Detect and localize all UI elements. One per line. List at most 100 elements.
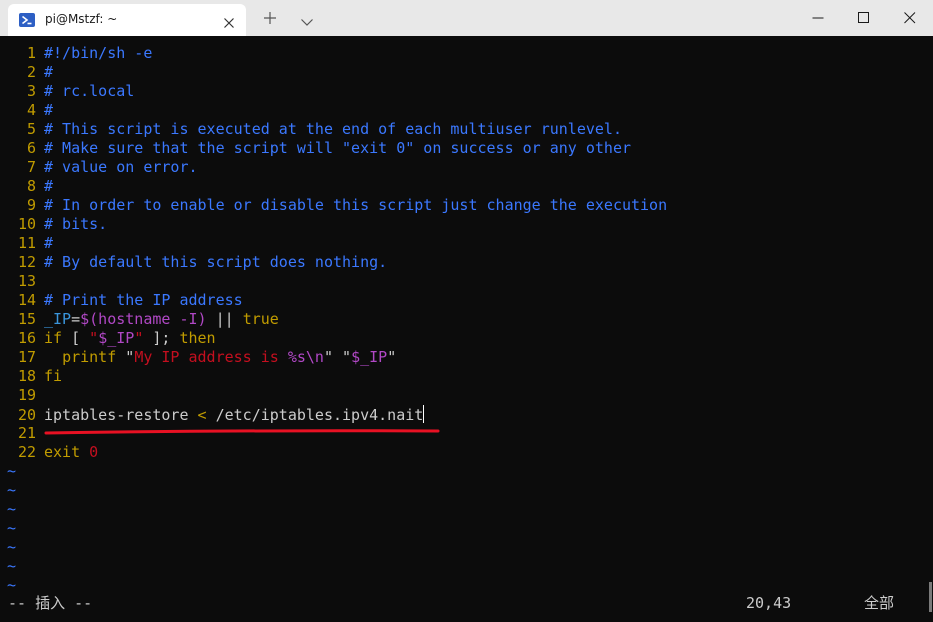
code-token: < bbox=[197, 406, 207, 424]
title-bar: pi@Mstzf: ~ bbox=[0, 0, 933, 36]
code-token: $_IP bbox=[98, 329, 135, 347]
code-line: 7 # value on error. bbox=[0, 158, 198, 177]
code-line: 2 # bbox=[0, 63, 53, 82]
code-line-current: 20 iptables-restore < /etc/iptables.ipv4.… bbox=[0, 405, 425, 424]
maximize-icon bbox=[858, 12, 869, 23]
plus-icon[interactable] bbox=[262, 10, 278, 26]
code-text: # Make sure that the script will "exit 0… bbox=[44, 139, 631, 157]
line-number: 2 bbox=[26, 63, 36, 81]
code-line: 8 # bbox=[0, 177, 53, 196]
code-text: # By default this script does nothing. bbox=[44, 253, 388, 271]
line-number: 4 bbox=[26, 101, 36, 119]
code-line: 9 # In order to enable or disable this sc… bbox=[0, 196, 667, 215]
line-number: 21 bbox=[17, 424, 36, 442]
code-text: # bbox=[44, 177, 54, 195]
empty-line-tilde: ~ bbox=[7, 557, 17, 575]
code-line: 22 exit 0 bbox=[0, 443, 98, 462]
code-text: # bbox=[44, 101, 54, 119]
close-icon bbox=[904, 12, 916, 24]
line-number: 22 bbox=[17, 443, 36, 461]
code-token: My IP address is bbox=[134, 348, 288, 366]
code-token: $(hostname -I) bbox=[80, 310, 207, 328]
maximize-button[interactable] bbox=[841, 0, 887, 36]
code-token: || bbox=[215, 310, 234, 328]
line-number: 8 bbox=[26, 177, 36, 195]
code-token: [ bbox=[62, 329, 90, 347]
line-number: 15 bbox=[17, 310, 36, 328]
code-text: #!/bin/sh -e bbox=[44, 44, 153, 62]
minimize-button[interactable] bbox=[795, 0, 841, 36]
code-token: 0 bbox=[89, 443, 99, 461]
line-number: 6 bbox=[26, 139, 36, 157]
code-text: fi bbox=[44, 367, 63, 385]
line-number: 19 bbox=[17, 386, 36, 404]
line-number: 16 bbox=[17, 329, 36, 347]
code-token: %s\n bbox=[287, 348, 324, 366]
code-token: " bbox=[134, 329, 144, 347]
empty-line-tilde: ~ bbox=[7, 500, 17, 518]
code-token: $_IP bbox=[351, 348, 388, 366]
code-token: true bbox=[242, 310, 279, 328]
status-mode: -- 插入 -- bbox=[8, 594, 93, 612]
scrollbar[interactable] bbox=[929, 582, 932, 612]
code-token: " bbox=[342, 348, 352, 366]
line-number: 17 bbox=[17, 348, 36, 366]
code-line: 5 # This script is executed at the end of… bbox=[0, 120, 622, 139]
code-token: then bbox=[179, 329, 216, 347]
code-token: if bbox=[44, 329, 63, 347]
tab-terminal[interactable]: pi@Mstzf: ~ bbox=[8, 4, 246, 36]
line-number: 7 bbox=[26, 158, 36, 176]
line-number: 5 bbox=[26, 120, 36, 138]
code-token: " bbox=[387, 348, 397, 366]
status-cursor-position: 20,43 bbox=[746, 594, 792, 612]
code-line: 13 bbox=[0, 272, 44, 291]
status-scroll-position: 全部 bbox=[864, 594, 895, 612]
code-text: # In order to enable or disable this scr… bbox=[44, 196, 668, 214]
close-window-button[interactable] bbox=[887, 0, 933, 36]
code-token: /etc/iptables.ipv4.nait bbox=[206, 406, 424, 424]
code-text: # This script is executed at the end of … bbox=[44, 120, 622, 138]
vim-editor[interactable]: 1 #!/bin/sh -e 2 # 3 # rc.local 4 # 5 # This … bbox=[0, 36, 933, 622]
line-number: 10 bbox=[17, 215, 36, 233]
line-number: 12 bbox=[17, 253, 36, 271]
line-number: 3 bbox=[26, 82, 36, 100]
red-underline-annotation bbox=[44, 429, 440, 435]
code-line: 17 printf "My IP address is %s\n" "$_IP" bbox=[0, 348, 396, 367]
code-token: " bbox=[125, 348, 135, 366]
code-token: iptables-restore bbox=[44, 406, 198, 424]
text-cursor bbox=[423, 405, 425, 423]
code-line: 3 # rc.local bbox=[0, 82, 134, 101]
line-number: 11 bbox=[17, 234, 36, 252]
code-line: 4 # bbox=[0, 101, 53, 120]
code-text: # bbox=[44, 63, 54, 81]
code-line: 19 bbox=[0, 386, 44, 405]
code-token: printf bbox=[62, 348, 117, 366]
code-line: 11 # bbox=[0, 234, 53, 253]
terminal-window: pi@Mstzf: ~ 1 #!/bin/sh -e 2 # 3 # rc.lo… bbox=[0, 0, 933, 622]
code-text: # rc.local bbox=[44, 82, 135, 100]
code-line: 21 bbox=[0, 424, 44, 443]
chevron-down-icon[interactable] bbox=[300, 12, 314, 26]
code-line: 15 _IP=$(hostname -I) || true bbox=[0, 310, 279, 329]
tab-title: pi@Mstzf: ~ bbox=[45, 12, 118, 26]
line-number: 9 bbox=[26, 196, 36, 214]
close-icon[interactable] bbox=[223, 14, 235, 28]
code-token: ]; bbox=[143, 329, 180, 347]
code-token: " bbox=[323, 348, 333, 366]
powershell-icon bbox=[19, 12, 35, 28]
code-text: # bbox=[44, 234, 54, 252]
line-number: 20 bbox=[17, 406, 36, 424]
code-token: exit bbox=[44, 443, 81, 461]
empty-line-tilde: ~ bbox=[7, 481, 17, 499]
empty-line-tilde: ~ bbox=[7, 576, 17, 594]
code-line: 10 # bits. bbox=[0, 215, 107, 234]
minimize-icon bbox=[812, 17, 824, 19]
code-line: 14 # Print the IP address bbox=[0, 291, 243, 310]
code-text: # Print the IP address bbox=[44, 291, 243, 309]
